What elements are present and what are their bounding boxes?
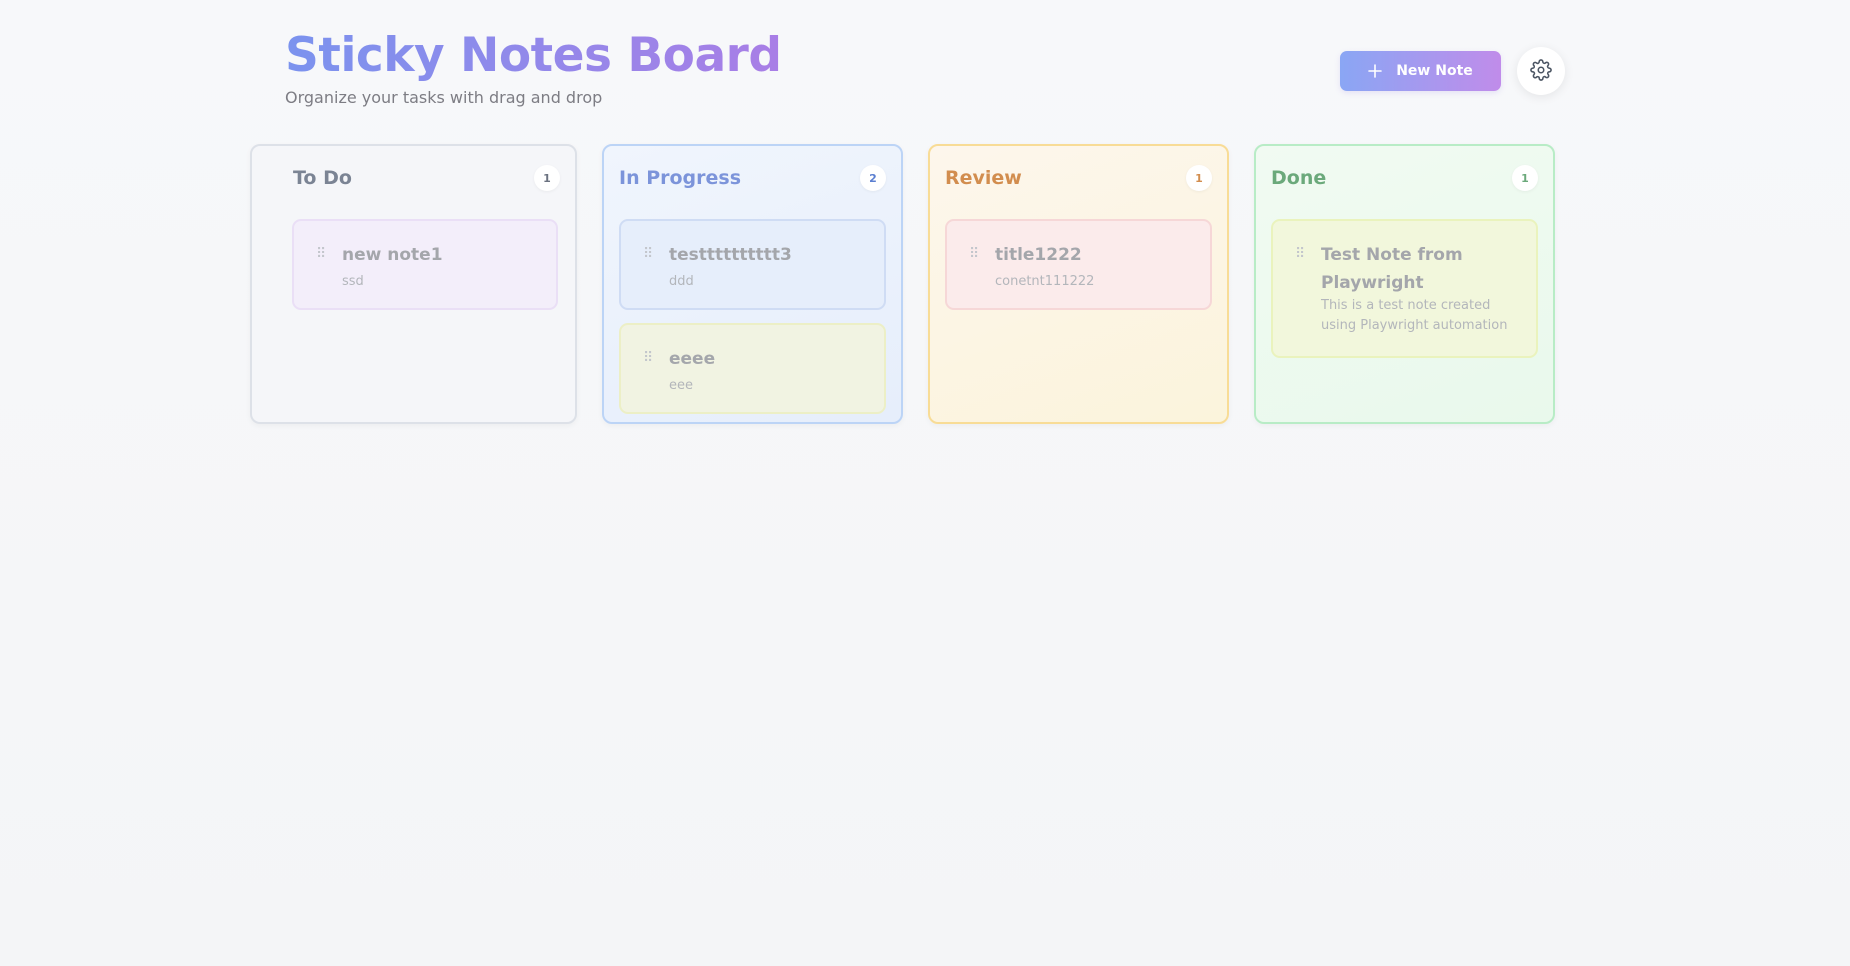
drag-handle-icon[interactable]: ⠿ [969, 247, 979, 261]
drag-handle-icon[interactable]: ⠿ [1295, 247, 1305, 261]
drag-handle-icon[interactable]: ⠿ [643, 247, 653, 261]
note-title: eeee [669, 349, 716, 369]
note-title: Test Note from Playwright [1321, 245, 1463, 293]
page-title: Sticky Notes Board [285, 28, 782, 83]
column-title: Review [945, 167, 1022, 189]
column-count-badge: 1 [1186, 165, 1212, 191]
note-card[interactable]: ⠿ testttttttttt3 ddd [619, 219, 886, 310]
column-header: Review 1 [945, 164, 1212, 192]
note-content: eee [669, 378, 693, 393]
new-note-label: New Note [1396, 63, 1473, 79]
column-done: Done 1 ⠿ Test Note from Playwright This … [1254, 144, 1555, 424]
column-count-badge: 1 [534, 165, 560, 191]
note-content: conetnt111222 [995, 274, 1095, 289]
drag-handle-icon[interactable]: ⠿ [643, 351, 653, 365]
settings-button[interactable] [1517, 47, 1565, 95]
note-content: This is a test note created using Playwr… [1321, 298, 1508, 333]
drag-handle-icon[interactable]: ⠿ [316, 247, 326, 261]
column-title: In Progress [619, 167, 742, 189]
column-header: In Progress 2 [619, 164, 886, 192]
column-to-do: To Do 1 ⠿ new note1 ssd [250, 144, 577, 424]
column-count-badge: 1 [1512, 165, 1538, 191]
plus-icon [1368, 61, 1383, 81]
column-header: Done 1 [1271, 164, 1538, 192]
column-in-progress: In Progress 2 ⠿ testttttttttt3 ddd ⠿ eee… [602, 144, 903, 424]
page-subtitle: Organize your tasks with drag and drop [285, 88, 603, 107]
gear-icon [1530, 58, 1552, 84]
note-content: ddd [669, 274, 694, 289]
page-header: Sticky Notes Board Organize your tasks w… [285, 28, 782, 108]
column-title: Done [1271, 167, 1327, 189]
column-count-badge: 2 [860, 165, 886, 191]
column-header: To Do 1 [293, 164, 560, 192]
note-content: ssd [342, 274, 364, 289]
note-title: new note1 [342, 245, 443, 265]
sticky-notes-page: Sticky Notes Board Organize your tasks w… [0, 0, 1850, 966]
new-note-button[interactable]: New Note [1340, 51, 1501, 91]
column-title: To Do [293, 167, 352, 189]
note-title: testttttttttt3 [669, 245, 792, 265]
note-card[interactable]: ⠿ Test Note from Playwright This is a te… [1271, 219, 1538, 358]
note-title: title1222 [995, 245, 1082, 265]
column-review: Review 1 ⠿ title1222 conetnt111222 [928, 144, 1229, 424]
note-card[interactable]: ⠿ eeee eee [619, 323, 886, 414]
note-card[interactable]: ⠿ new note1 ssd [292, 219, 558, 310]
note-card[interactable]: ⠿ title1222 conetnt111222 [945, 219, 1212, 310]
